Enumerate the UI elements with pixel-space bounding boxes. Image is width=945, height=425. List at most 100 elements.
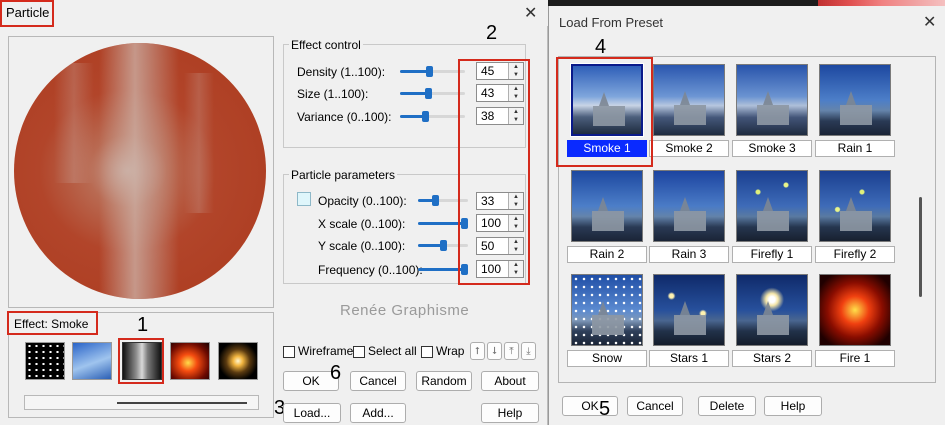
preset-item[interactable]: Fire 1 <box>815 272 895 368</box>
random-button[interactable]: Random <box>416 371 472 391</box>
preset-thumbnail <box>819 170 891 242</box>
help-button[interactable]: Help <box>481 403 539 423</box>
arrow-bottom-button[interactable]: ⤓ <box>521 342 536 360</box>
preset-item[interactable]: Rain 3 <box>649 168 729 264</box>
preset-item[interactable]: Rain 1 <box>815 62 895 158</box>
particle-parameters-legend: Particle parameters <box>289 168 398 182</box>
slider-thumb[interactable] <box>421 111 429 122</box>
effect-thumb-sky[interactable] <box>72 342 112 380</box>
preset-thumbnail <box>819 64 891 136</box>
preset-item[interactable]: Stars 1 <box>649 272 729 368</box>
preset-help-button[interactable]: Help <box>764 396 822 416</box>
arrow-up-button[interactable]: ⭡ <box>470 342 485 360</box>
preset-item[interactable]: Stars 2 <box>732 272 812 368</box>
slider-thumb[interactable] <box>431 195 439 206</box>
add-button[interactable]: Add... <box>350 403 406 423</box>
slider-fill <box>400 115 425 118</box>
particle-color-swatch[interactable] <box>297 192 311 206</box>
preset-item[interactable]: Snow <box>567 272 647 368</box>
church-icon <box>674 301 706 335</box>
checkbox-box[interactable] <box>421 346 433 358</box>
random-label: Random <box>421 374 467 388</box>
preset-window-title: Load From Preset <box>559 15 664 30</box>
effect-thumb-fire[interactable] <box>170 342 210 380</box>
slider-thumb[interactable] <box>440 240 447 251</box>
church-icon <box>674 197 706 231</box>
annotation-number-1: 1 <box>137 314 149 336</box>
arrow-up-icon: ⭡ <box>475 345 480 357</box>
effect-thumb-burst[interactable] <box>218 342 258 380</box>
preset-item[interactable]: Rain 2 <box>567 168 647 264</box>
preset-thumbnail <box>736 64 808 136</box>
preset-label: Smoke 2 <box>649 140 729 157</box>
preset-label: Firefly 2 <box>815 246 895 263</box>
preset-dialog: Load From Preset ✕ 4 Smoke 1 Smoke 2 Smoke… <box>548 6 945 425</box>
preset-delete-button[interactable]: Delete <box>698 396 756 416</box>
church-icon <box>592 301 624 335</box>
preset-label: Stars 2 <box>732 350 812 367</box>
size-label: Size (1..100): <box>297 87 369 101</box>
church-icon <box>674 91 706 125</box>
church-icon <box>840 91 872 125</box>
smoke-preview-image <box>14 43 266 299</box>
preset-close-icon[interactable]: ✕ <box>923 12 936 32</box>
preset-thumbnail <box>653 64 725 136</box>
help-label: Help <box>497 406 523 420</box>
size-slider[interactable] <box>400 88 465 99</box>
load-label: Load... <box>293 406 331 420</box>
preset-label: Smoke 3 <box>732 140 812 157</box>
annotation-box-title <box>0 0 54 27</box>
church-tower-icon <box>763 91 773 105</box>
scroll-track[interactable] <box>24 395 259 410</box>
checkbox-box[interactable] <box>353 346 365 358</box>
preset-item[interactable]: Firefly 2 <box>815 168 895 264</box>
effect-thumb-stars[interactable] <box>25 342 65 380</box>
preview-panel <box>8 36 274 308</box>
preset-cancel-button[interactable]: Cancel <box>627 396 683 416</box>
church-tower-icon <box>680 301 690 315</box>
annotation-box-values <box>458 59 530 285</box>
opacity-label: Opacity (0..100): <box>318 194 407 208</box>
particle-dialog: Particle ✕ Effect: Smoke 1 Effect contro… <box>0 0 548 425</box>
preset-label: Rain 3 <box>649 246 729 263</box>
annotation-box-effect <box>7 311 98 335</box>
church-icon <box>757 197 789 231</box>
cancel-button[interactable]: Cancel <box>350 371 406 391</box>
load-button[interactable]: Load... <box>283 403 341 423</box>
preset-label: Rain 1 <box>815 140 895 157</box>
preset-ok-label: OK <box>581 399 599 413</box>
ok-label: OK <box>302 374 320 388</box>
preset-scrollbar[interactable] <box>919 197 922 297</box>
preset-label: Stars 1 <box>649 350 729 367</box>
slider-thumb[interactable] <box>424 88 432 99</box>
density-label: Density (1..100): <box>297 65 386 79</box>
preset-item[interactable]: Firefly 1 <box>732 168 812 264</box>
scroll-thumb[interactable] <box>117 402 247 404</box>
about-button[interactable]: About <box>481 371 539 391</box>
preset-thumbnail <box>571 170 643 242</box>
preset-thumbnail <box>653 170 725 242</box>
preset-help-label: Help <box>780 399 806 413</box>
about-label: About <box>494 374 526 388</box>
church-tower-icon <box>846 91 856 105</box>
density-slider[interactable] <box>400 66 465 77</box>
add-label: Add... <box>362 406 394 420</box>
church-tower-icon <box>680 91 690 105</box>
arrow-down-button[interactable]: ⭣ <box>487 342 502 360</box>
arrow-bottom-icon: ⤓ <box>526 345 531 357</box>
close-icon[interactable]: ✕ <box>524 3 537 23</box>
variance-slider[interactable] <box>400 111 465 122</box>
arrow-top-button[interactable]: ⤒ <box>504 342 519 360</box>
wrap-label: Wrap <box>436 344 465 358</box>
checkbox-box[interactable] <box>283 346 295 358</box>
preset-item[interactable]: Smoke 2 <box>649 62 729 158</box>
church-tower-icon <box>598 197 608 211</box>
church-tower-icon <box>846 197 856 211</box>
preset-item[interactable]: Smoke 3 <box>732 62 812 158</box>
church-tower-icon <box>763 301 773 315</box>
church-icon <box>840 197 872 231</box>
slider-thumb[interactable] <box>426 66 434 77</box>
annotation-box-smoke-thumb <box>118 338 164 384</box>
variance-label: Variance (0..100): <box>297 110 392 124</box>
annotation-number-6: 6 <box>330 362 342 384</box>
